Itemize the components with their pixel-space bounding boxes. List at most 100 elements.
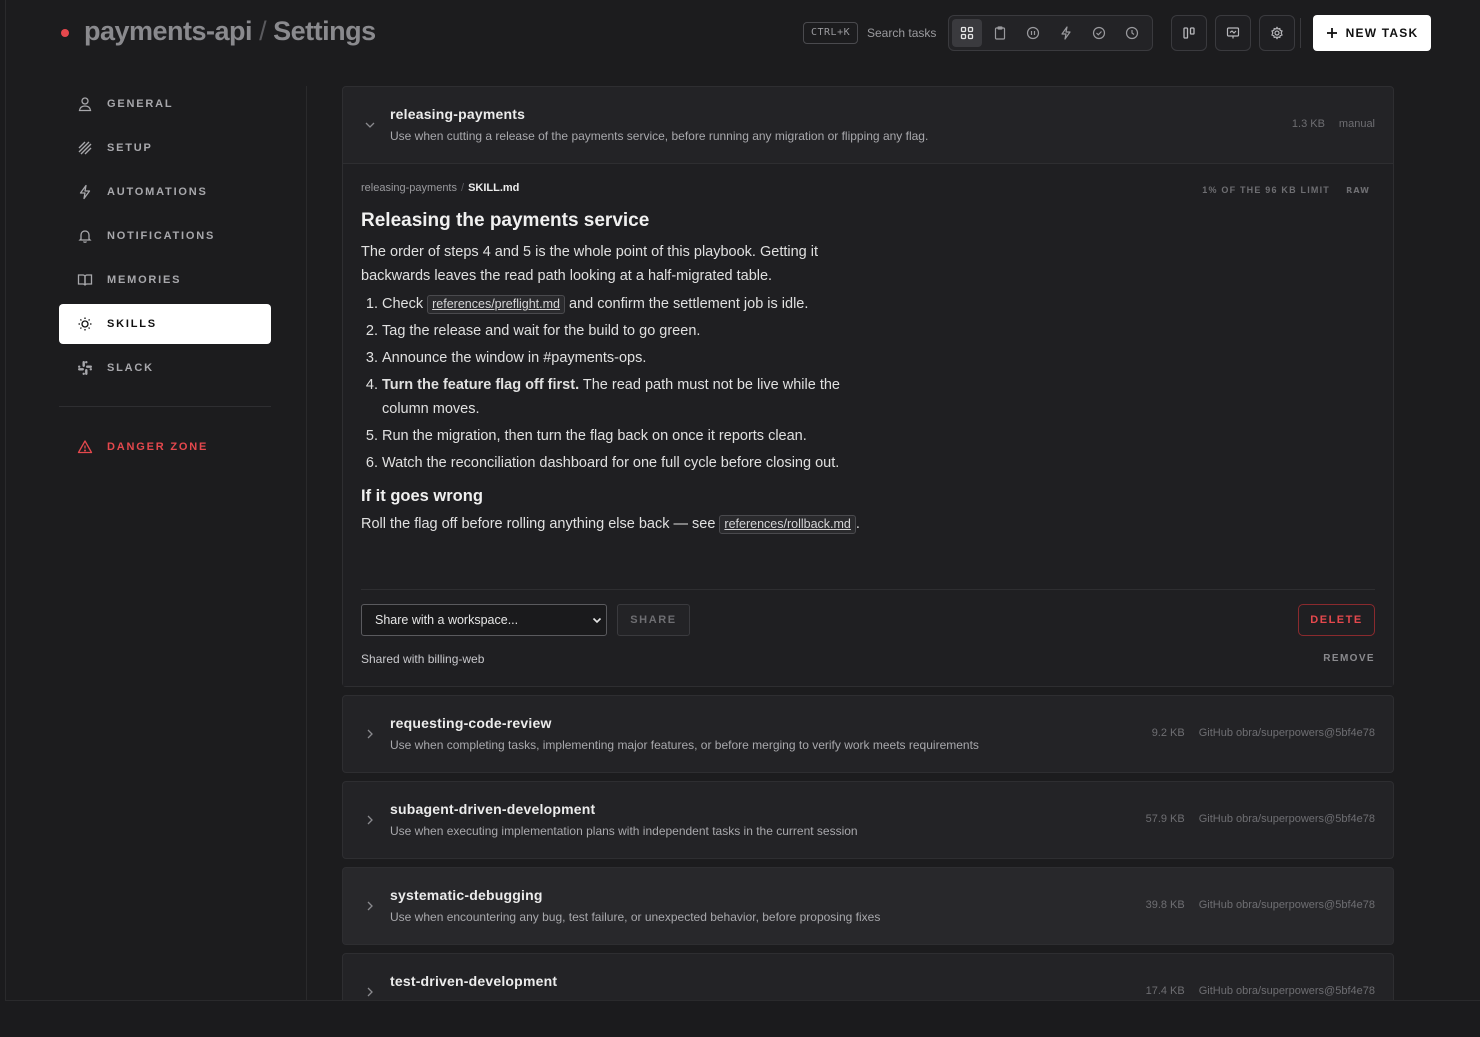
remove-share-button[interactable]: REMOVE: [1323, 653, 1375, 664]
breadcrumb-separator: /: [461, 182, 465, 194]
page-title: payments-api / Settings: [84, 16, 376, 47]
view-active-button[interactable]: [1051, 19, 1081, 47]
header-divider: [1300, 18, 1301, 48]
skill-meta: 1.3 KB manual: [1292, 118, 1375, 130]
doc-heading: Releasing the payments service: [361, 210, 650, 231]
view-switcher: [948, 15, 1153, 51]
skill-size: 39.8 KB: [1145, 899, 1185, 911]
rollback-text: Roll the flag off before rolling anythin…: [361, 516, 720, 532]
user-icon: [78, 97, 92, 112]
columns-icon: [1183, 27, 1195, 39]
presentation-button[interactable]: [1215, 15, 1251, 51]
top-bar: payments-api / Settings CTRL+K Search ta…: [0, 0, 1480, 66]
share-button[interactable]: SHARE: [617, 604, 690, 636]
sidebar-item-label: NOTIFICATIONS: [107, 230, 216, 242]
chevron-right-icon: [367, 987, 373, 997]
content-divider: [306, 86, 307, 1000]
raw-button[interactable]: RAW: [1346, 186, 1370, 195]
skill-size: 17.4 KB: [1145, 985, 1185, 997]
sidebar-item-memories[interactable]: MEMORIES: [59, 260, 271, 300]
doc-step: Tag the release and wait for the build t…: [382, 319, 881, 343]
skill-description: Use when cutting a release of the paymen…: [390, 129, 929, 143]
step-emphasis: Turn the feature flag off first.: [382, 377, 580, 393]
skill-name: releasing-payments: [390, 106, 526, 122]
board-view-button[interactable]: [1171, 15, 1207, 51]
sidebar-item-automations[interactable]: AUTOMATIONS: [59, 172, 271, 212]
skill-description: Use when completing tasks, implementing …: [390, 738, 979, 752]
doc-steps: Check references/preflight.md and confir…: [382, 292, 881, 475]
sidebar-divider: [59, 406, 271, 407]
search-tasks-button[interactable]: Search tasks: [867, 26, 936, 40]
skill-card-header[interactable]: requesting-code-review Use when completi…: [343, 696, 1393, 772]
skill-card-header[interactable]: systematic-debugging Use when encounteri…: [343, 868, 1393, 944]
sidebar-item-label: AUTOMATIONS: [107, 186, 208, 198]
slack-icon: [78, 361, 92, 375]
pause-icon: [1026, 26, 1040, 40]
clock-icon: [1125, 26, 1139, 40]
step-text: and confirm the settlement job is idle.: [564, 296, 809, 312]
sidebar-item-danger-zone[interactable]: DANGER ZONE: [59, 427, 271, 467]
lightbulb-icon: [78, 317, 92, 331]
settings-button[interactable]: [1259, 15, 1295, 51]
setup-icon: [78, 141, 92, 155]
view-paused-button[interactable]: [1018, 19, 1048, 47]
skill-card-header[interactable]: subagent-driven-development Use when exe…: [343, 782, 1393, 858]
sidebar-item-label: SKILLS: [107, 318, 157, 330]
skill-card: subagent-driven-development Use when exe…: [342, 781, 1394, 859]
skill-meta: 17.4 KB GitHub obra/superpowers@5bf4e78: [1146, 985, 1375, 997]
skill-card: requesting-code-review Use when completi…: [342, 695, 1394, 773]
project-name[interactable]: payments-api: [84, 16, 253, 46]
skill-source: GitHub obra/superpowers@5bf4e78: [1198, 899, 1375, 911]
new-task-label: NEW TASK: [1345, 26, 1419, 40]
step-text: Check: [382, 296, 428, 312]
share-select-value: Share with a workspace...: [375, 613, 519, 627]
skill-size: 1.3 KB: [1291, 118, 1325, 130]
skill-meta: 57.9 KB GitHub obra/superpowers@5bf4e78: [1146, 813, 1375, 825]
skill-size: 9.2 KB: [1151, 727, 1185, 739]
skill-source: GitHub obra/superpowers@5bf4e78: [1198, 985, 1375, 997]
title-separator: /: [259, 16, 267, 46]
skill-description: Use when executing implementation plans …: [390, 824, 858, 838]
sidebar-item-notifications[interactable]: NOTIFICATIONS: [59, 216, 271, 256]
skill-source: GitHub obra/superpowers@5bf4e78: [1198, 813, 1375, 825]
sidebar-item-setup[interactable]: SETUP: [59, 128, 271, 168]
delete-button[interactable]: DELETE: [1298, 604, 1375, 636]
size-limit-label: 1% OF THE 96 KB LIMIT: [1202, 185, 1330, 195]
page-name: Settings: [273, 16, 376, 46]
actions-divider: [361, 589, 1375, 590]
skill-source: GitHub obra/superpowers@5bf4e78: [1198, 727, 1375, 739]
breadcrumb-file: SKILL.md: [468, 182, 520, 194]
view-clipboard-button[interactable]: [985, 19, 1015, 47]
preflight-link[interactable]: references/preflight.md: [427, 295, 565, 314]
skill-card-header[interactable]: test-driven-development 17.4 KB GitHub ob…: [343, 954, 1393, 1000]
bottom-bar: [5, 1000, 1480, 1037]
skill-name: test-driven-development: [390, 973, 558, 989]
doc-rollback: Roll the flag off before rolling anythin…: [361, 512, 881, 536]
sidebar-item-label: SLACK: [107, 362, 154, 374]
rollback-link[interactable]: references/rollback.md: [719, 515, 856, 534]
skill-meta: 9.2 KB GitHub obra/superpowers@5bf4e78: [1152, 727, 1375, 739]
skill-card-header[interactable]: releasing-payments Use when cutting a re…: [343, 87, 1393, 163]
skill-document: Releasing the payments service The order…: [361, 210, 881, 536]
sidebar-item-general[interactable]: GENERAL: [59, 84, 271, 124]
doc-intro: The order of steps 4 and 5 is the whole …: [361, 244, 819, 284]
skill-detail: releasing-payments / SKILL.md 1% OF THE 96…: [343, 163, 1393, 686]
book-icon: [77, 274, 93, 286]
chevron-right-icon: [367, 901, 373, 911]
sidebar-item-slack[interactable]: SLACK: [59, 348, 271, 388]
sidebar-item-skills[interactable]: SKILLS: [59, 304, 271, 344]
breadcrumb-dir[interactable]: releasing-payments: [361, 182, 457, 194]
doc-step: Run the migration, then turn the flag ba…: [382, 424, 881, 448]
view-done-button[interactable]: [1084, 19, 1114, 47]
sidebar-item-label: MEMORIES: [107, 274, 182, 286]
view-grid-button[interactable]: [952, 19, 982, 47]
chevron-right-icon: [367, 729, 373, 739]
skill-card: test-driven-development 17.4 KB GitHub ob…: [342, 953, 1394, 1000]
shared-with-text: Shared with billing-web: [361, 652, 485, 666]
share-workspace-select[interactable]: Share with a workspace...: [361, 604, 607, 636]
bolt-icon: [79, 184, 91, 200]
sidebar-item-label: GENERAL: [107, 98, 174, 110]
view-history-button[interactable]: [1117, 19, 1147, 47]
bell-icon: [78, 230, 92, 243]
new-task-button[interactable]: NEW TASK: [1313, 15, 1431, 51]
